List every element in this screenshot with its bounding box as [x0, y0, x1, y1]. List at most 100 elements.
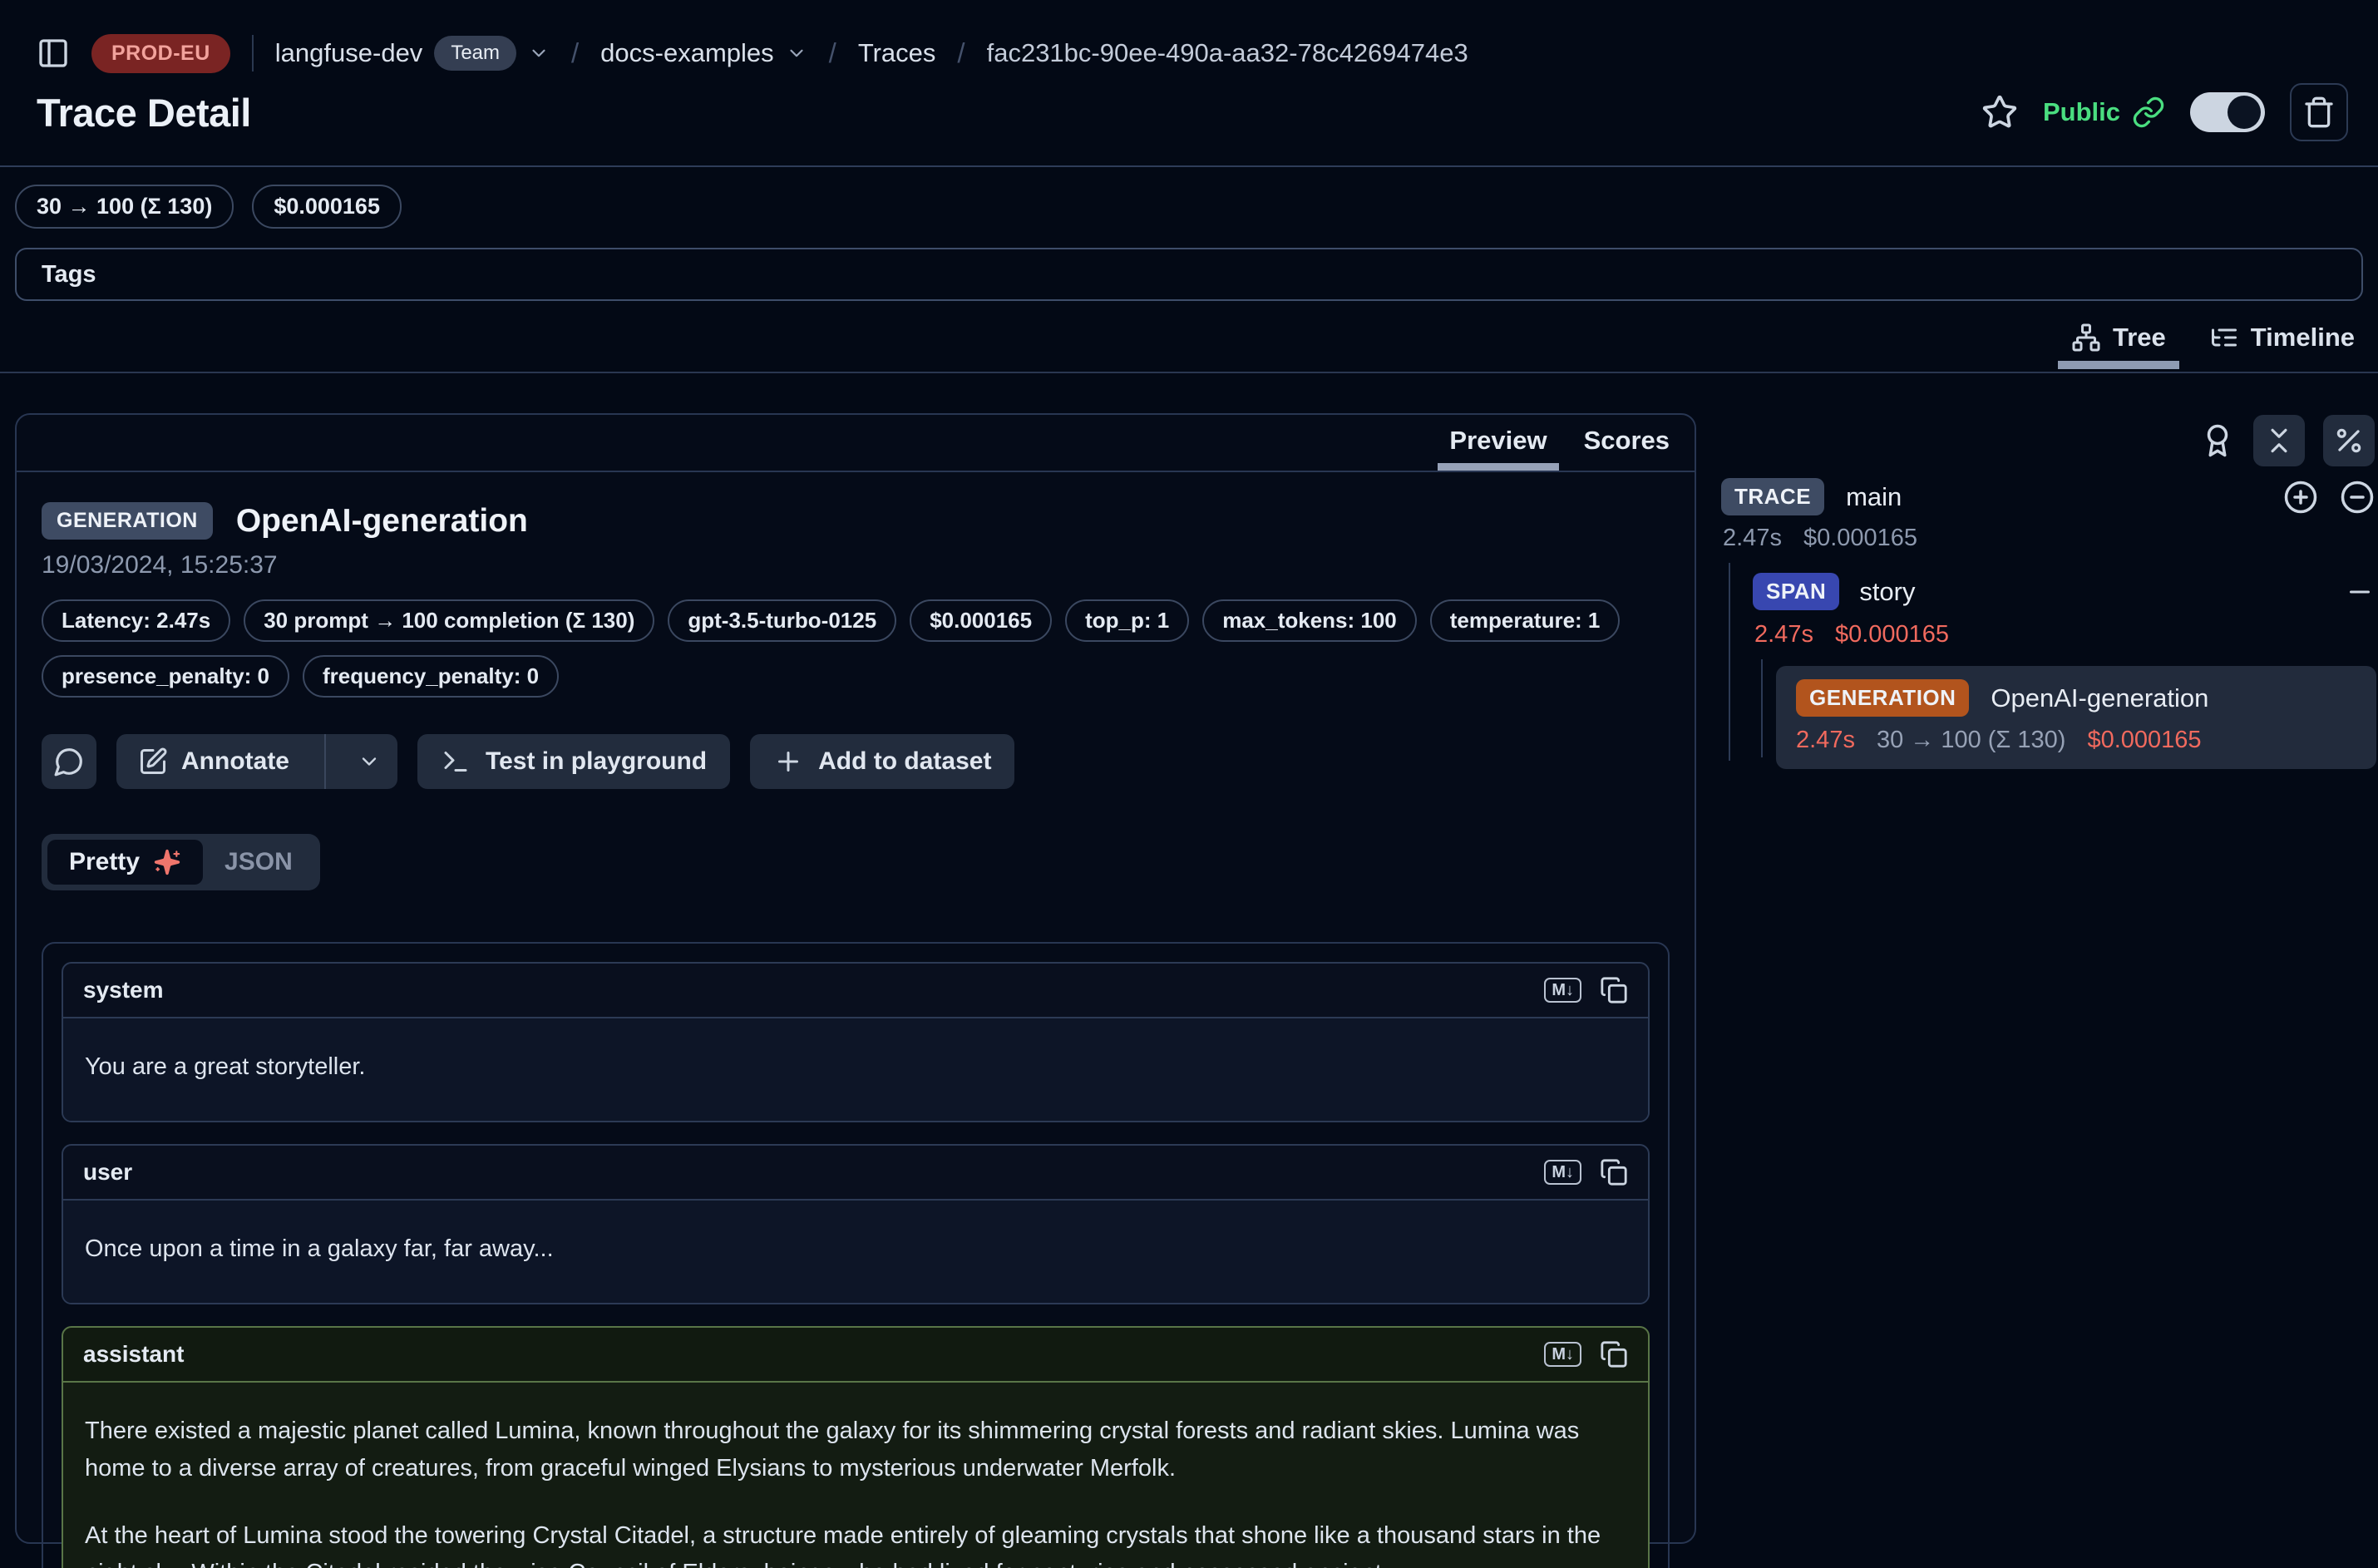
divider [252, 35, 254, 71]
divider [0, 165, 2378, 167]
breadcrumb: PROD-EU langfuse-dev Team / docs-example… [37, 25, 2345, 81]
breadcrumb-project[interactable]: langfuse-dev Team [275, 36, 550, 71]
trace-metrics: 2.47s $0.000165 [1723, 525, 1917, 552]
tags-input[interactable]: Tags [15, 248, 2363, 301]
timeline-icon [2209, 323, 2239, 353]
message-role-label: user [83, 1159, 132, 1186]
trace-type-badge: TRACE [1721, 478, 1824, 515]
top-p-chip: top_p: 1 [1065, 599, 1189, 642]
message-content: You are a great storyteller. [63, 1017, 1648, 1121]
observation-name: OpenAI-generation [236, 503, 528, 540]
tree-connector-line [1761, 659, 1763, 757]
chevron-down-icon [528, 42, 550, 64]
plus-icon [773, 747, 803, 777]
percent-icon [2333, 425, 2365, 456]
copy-icon[interactable] [1600, 1340, 1628, 1368]
generation-metrics: 2.47s 30 → 100 (Σ 130) $0.000165 [1796, 727, 2356, 754]
message-role-label: assistant [83, 1341, 184, 1368]
annotate-button[interactable]: Annotate [116, 734, 397, 789]
breadcrumb-separator: / [957, 37, 965, 69]
tokens-chip: 30 prompt → 100 completion (Σ 130) [244, 599, 654, 642]
collapse-node-icon[interactable] [2345, 577, 2375, 607]
trash-icon [2302, 96, 2336, 129]
comment-icon [53, 746, 85, 777]
page-title: Trace Detail [37, 90, 251, 136]
annotate-dropdown-button[interactable] [341, 734, 397, 789]
fold-vertical-icon [2263, 425, 2295, 456]
collapse-all-button[interactable] [2253, 415, 2305, 466]
trace-tree-sidebar: TRACE main 2.47s $0.000165 SPAN story 2.… [1716, 413, 2378, 1544]
span-metrics: 2.47s $0.000165 [1754, 621, 1949, 648]
user-message: user M↓ Once upon a time in a galaxy far… [62, 1144, 1650, 1304]
system-message: system M↓ You are a great storyteller. [62, 962, 1650, 1122]
edit-icon [138, 747, 168, 777]
expand-all-icon[interactable] [2283, 480, 2318, 515]
markdown-toggle-icon[interactable]: M↓ [1544, 978, 1581, 1003]
markdown-toggle-icon[interactable]: M↓ [1544, 1160, 1581, 1185]
tree-node-generation-selected[interactable]: GENERATION OpenAI-generation 2.47s 30 → … [1776, 666, 2376, 769]
pretty-toggle[interactable]: Pretty [47, 840, 203, 885]
breadcrumb-separator: / [571, 37, 579, 69]
chevron-down-icon [358, 750, 381, 773]
tree-node-trace[interactable]: TRACE main [1721, 478, 2375, 515]
observation-meta-badges: Latency: 2.47s 30 prompt → 100 completio… [42, 599, 1670, 698]
public-toggle[interactable] [2190, 92, 2265, 132]
chevron-down-icon [786, 42, 807, 64]
collapse-all-circle-icon[interactable] [2340, 480, 2375, 515]
message-content: Once upon a time in a galaxy far, far aw… [63, 1199, 1648, 1303]
generation-type-badge: GENERATION [1796, 679, 1969, 717]
trace-cost-chip: $0.000165 [252, 185, 402, 229]
tags-label: Tags [42, 261, 96, 288]
temperature-chip: temperature: 1 [1430, 599, 1621, 642]
breadcrumb-separator: / [829, 37, 836, 69]
org-plan-badge: Team [434, 36, 516, 71]
delete-trace-button[interactable] [2290, 83, 2348, 141]
trace-tokens-chip: 30 → 100 (Σ 130) [15, 185, 234, 229]
presence-penalty-chip: presence_penalty: 0 [42, 655, 289, 698]
markdown-toggle-icon[interactable]: M↓ [1544, 1342, 1581, 1367]
active-tab-indicator [2058, 361, 2179, 369]
message-content: There existed a majestic planet called L… [63, 1381, 1648, 1568]
test-in-playground-button[interactable]: Test in playground [417, 734, 730, 789]
trace-detail-page: PROD-EU langfuse-dev Team / docs-example… [0, 0, 2378, 1568]
latency-chip: Latency: 2.47s [42, 599, 230, 642]
assistant-message: assistant M↓ There existed a majestic pl… [62, 1326, 1650, 1568]
link-icon [2132, 96, 2165, 129]
copy-icon[interactable] [1600, 976, 1628, 1004]
tab-timeline[interactable]: Timeline [2209, 323, 2355, 366]
breadcrumb-trace-id: fac231bc-90ee-490a-aa32-78c4269474e3 [987, 38, 1468, 68]
observation-timestamp: 19/03/2024, 15:25:37 [42, 551, 1670, 579]
metrics-percent-button[interactable] [2323, 415, 2375, 466]
divider [0, 372, 2378, 373]
terminal-icon [441, 747, 471, 777]
messages-container: system M↓ You are a great storyteller. u… [42, 942, 1670, 1568]
scores-award-icon[interactable] [2200, 421, 2235, 461]
tab-scores[interactable]: Scores [1584, 426, 1670, 471]
environment-badge[interactable]: PROD-EU [91, 34, 230, 73]
active-tab-indicator [1438, 463, 1558, 471]
comments-button[interactable] [42, 734, 96, 789]
observation-panel: Preview Scores GENERATION OpenAI-generat… [15, 413, 1696, 1544]
tree-connector-line [1729, 563, 1730, 761]
bookmark-star-icon[interactable] [1981, 94, 2018, 131]
max-tokens-chip: max_tokens: 100 [1202, 599, 1417, 642]
tree-icon [2071, 323, 2101, 353]
breadcrumb-traces-link[interactable]: Traces [858, 38, 936, 68]
span-type-badge: SPAN [1753, 573, 1839, 610]
sidebar-toggle-icon[interactable] [37, 37, 70, 70]
sparkles-icon [153, 848, 181, 876]
breadcrumb-env-selector[interactable]: docs-examples [600, 38, 807, 68]
toggle-knob [2228, 96, 2261, 129]
tab-tree[interactable]: Tree [2071, 323, 2166, 366]
copy-icon[interactable] [1600, 1158, 1628, 1186]
add-to-dataset-button[interactable]: Add to dataset [750, 734, 1014, 789]
json-toggle[interactable]: JSON [203, 840, 314, 885]
tree-node-span[interactable]: SPAN story [1753, 573, 2375, 610]
tab-preview[interactable]: Preview [1449, 426, 1547, 471]
observation-type-badge: GENERATION [42, 502, 213, 540]
frequency-penalty-chip: frequency_penalty: 0 [303, 655, 559, 698]
model-chip: gpt-3.5-turbo-0125 [668, 599, 896, 642]
message-role-label: system [83, 977, 164, 1003]
format-toggle: Pretty JSON [42, 834, 320, 890]
public-link[interactable]: Public [2043, 96, 2165, 129]
